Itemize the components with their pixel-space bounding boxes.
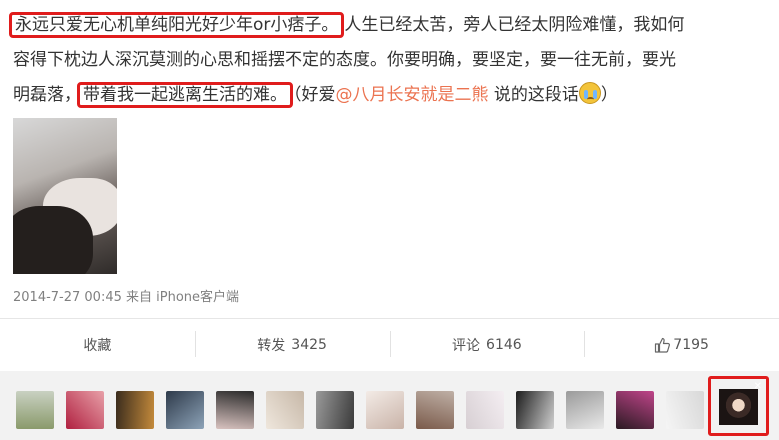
avatar[interactable]	[116, 391, 154, 429]
avatar[interactable]	[566, 391, 604, 429]
avatar[interactable]	[616, 391, 654, 429]
avatar[interactable]	[466, 391, 504, 429]
repost-label: 转发	[257, 338, 286, 354]
crying-face-icon	[578, 82, 601, 104]
repost-button[interactable]: 转发 3425	[194, 319, 390, 371]
post-text-segment: 明磊落，	[13, 85, 81, 105]
like-count: 7195	[673, 337, 709, 353]
close-icon: ✕	[753, 381, 762, 392]
post-content: 永远只爱无心机单纯阳光好少年or小痞子。 人生已经太苦，旁人已经太阴险难懂，我如何…	[9, 8, 773, 113]
avatar[interactable]	[166, 391, 204, 429]
like-button[interactable]: 7195	[584, 319, 779, 371]
avatar[interactable]	[666, 391, 704, 429]
post-text-segment: （好爱	[293, 85, 336, 105]
avatar	[719, 389, 758, 425]
comment-count: 6146	[486, 337, 522, 353]
thumbs-up-icon	[655, 337, 671, 353]
avatar[interactable]	[316, 391, 354, 429]
liked-users-bar	[0, 371, 779, 440]
avatar[interactable]	[416, 391, 454, 429]
favorite-label: 收藏	[83, 338, 112, 354]
post-text-segment: 人生已经太苦，旁人已经太阴险难懂，我如何	[344, 15, 685, 35]
image-hair-shape	[13, 206, 93, 274]
avatar[interactable]	[16, 391, 54, 429]
avatar[interactable]	[366, 391, 404, 429]
avatar-list	[16, 391, 704, 429]
highlighted-avatar[interactable]: ✕	[708, 376, 769, 436]
post-text-segment: ）	[600, 85, 618, 105]
avatar[interactable]	[66, 391, 104, 429]
post-line-3: 明磊落， 带着我一起逃离生活的难。 （好爱@八月长安就是二熊 说的这段话 ）	[13, 78, 773, 113]
user-mention-link[interactable]: @八月长安就是二熊	[336, 85, 489, 105]
comment-label: 评论	[452, 338, 481, 354]
highlighted-text-1: 永远只爱无心机单纯阳光好少年or小痞子。	[9, 12, 345, 38]
post-timestamp-source: 2014-7-27 00:45 来自 iPhone客户端	[13, 290, 240, 305]
post-text-segment: 说的这段话	[488, 85, 579, 105]
highlighted-text-2: 带着我一起逃离生活的难。	[77, 82, 293, 108]
post-image[interactable]	[13, 118, 117, 274]
comment-button[interactable]: 评论 6146	[389, 319, 585, 371]
post-line-2: 容得下枕边人深沉莫测的心思和摇摆不定的态度。你要明确，要坚定，要一往无前，要光	[13, 50, 676, 70]
avatar[interactable]	[216, 391, 254, 429]
action-bar: 收藏 转发 3425 评论 6146 7195	[0, 319, 779, 371]
avatar[interactable]	[266, 391, 304, 429]
post-line-1: 永远只爱无心机单纯阳光好少年or小痞子。 人生已经太苦，旁人已经太阴险难懂，我如何	[9, 8, 773, 43]
favorite-button[interactable]: 收藏	[0, 319, 195, 371]
repost-count: 3425	[291, 337, 327, 353]
avatar[interactable]	[516, 391, 554, 429]
